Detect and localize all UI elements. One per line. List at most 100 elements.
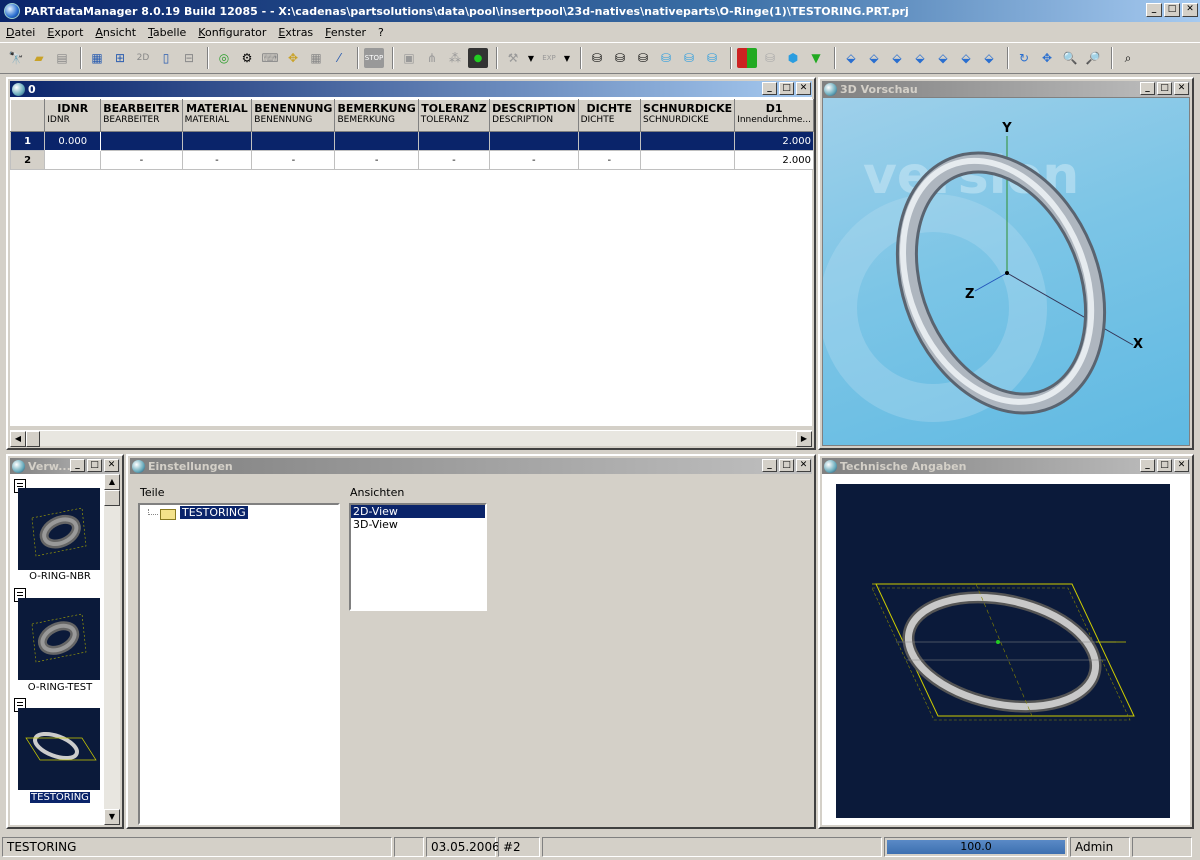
row-number[interactable]: 1 bbox=[9, 131, 46, 151]
table-cell[interactable]: - bbox=[334, 150, 419, 170]
table-layout-icon[interactable]: ▦ bbox=[87, 48, 107, 68]
table-cell[interactable] bbox=[640, 131, 736, 151]
view-right-icon[interactable]: ⬙ bbox=[910, 48, 930, 68]
scroll-left-button[interactable]: ◀ bbox=[10, 431, 26, 447]
column-header-description[interactable]: DESCRIPTION DESCRIPTION bbox=[489, 99, 579, 132]
cylinder-blue-icon[interactable]: ⛁ bbox=[702, 48, 722, 68]
panel-close-button[interactable]: ✕ bbox=[1174, 459, 1189, 472]
table-cell[interactable]: - bbox=[489, 150, 579, 170]
panel-maximize-button[interactable]: □ bbox=[779, 459, 794, 472]
panel-maximize-button[interactable]: □ bbox=[87, 459, 102, 472]
zoom-icon[interactable]: 🔍 bbox=[1060, 48, 1080, 68]
panel-minimize-button[interactable]: _ bbox=[1140, 82, 1155, 95]
menu-datei[interactable]: Datei bbox=[6, 26, 35, 39]
doc-icon[interactable]: ▯ bbox=[156, 48, 176, 68]
list-item-label[interactable]: O-RING-TEST bbox=[12, 682, 108, 693]
cylinder-grey-icon[interactable]: ⛁ bbox=[760, 48, 780, 68]
panel-close-button[interactable]: ✕ bbox=[1174, 82, 1189, 95]
cylinder-icon[interactable]: ⛁ bbox=[633, 48, 653, 68]
column-header-idnr[interactable]: IDNR IDNR bbox=[44, 99, 102, 132]
stop-icon[interactable]: STOP bbox=[364, 48, 384, 68]
table-cell[interactable]: 0.000 bbox=[44, 131, 102, 151]
scroll-thumb[interactable] bbox=[26, 431, 40, 447]
close-button[interactable]: ✕ bbox=[1182, 3, 1198, 17]
table-cell[interactable]: 2.000 bbox=[734, 131, 814, 151]
thumbnail-o-ring-nbr[interactable] bbox=[18, 488, 100, 570]
table-cell[interactable] bbox=[640, 150, 736, 170]
list-item-selected[interactable]: 2D-View bbox=[351, 505, 485, 518]
cylinder-blue-icon[interactable]: ⛁ bbox=[679, 48, 699, 68]
move-icon[interactable]: ✥ bbox=[283, 48, 303, 68]
table-cell[interactable]: - bbox=[181, 150, 253, 170]
table-cell[interactable] bbox=[334, 131, 419, 151]
scroll-right-button[interactable]: ▶ bbox=[796, 431, 812, 447]
2d-icon[interactable]: 2D bbox=[133, 48, 153, 68]
table-cell[interactable] bbox=[489, 131, 579, 151]
menu-konfigurator[interactable]: Konfigurator bbox=[198, 26, 266, 39]
panel-close-button[interactable]: ✕ bbox=[796, 82, 811, 95]
column-header-dichte[interactable]: DICHTE DICHTE bbox=[577, 99, 642, 132]
globe-icon[interactable]: ◎ bbox=[214, 48, 234, 68]
tools-icon[interactable]: ⚒ bbox=[503, 48, 523, 68]
table-cell[interactable]: - bbox=[417, 150, 491, 170]
grid-icon[interactable]: ⊞ bbox=[110, 48, 130, 68]
panel-minimize-button[interactable]: _ bbox=[70, 459, 85, 472]
scroll-up-button[interactable]: ▲ bbox=[104, 474, 120, 490]
view-front-icon[interactable]: ⬙ bbox=[864, 48, 884, 68]
wand-icon[interactable]: ⁄ bbox=[329, 48, 349, 68]
tree-item[interactable]: TESTORING bbox=[180, 506, 248, 519]
chevron-down-icon[interactable]: ▼ bbox=[562, 48, 572, 68]
rotate-icon[interactable]: ↻ bbox=[1014, 48, 1034, 68]
column-header-toleranz[interactable]: TOLERANZ TOLERANZ bbox=[417, 99, 491, 132]
scroll-thumb[interactable] bbox=[104, 490, 120, 506]
cylinder-icon[interactable]: ⛁ bbox=[610, 48, 630, 68]
table-cell[interactable] bbox=[417, 131, 491, 151]
print-icon[interactable]: ▤ bbox=[52, 48, 72, 68]
measure-icon[interactable]: ⌕ bbox=[1118, 48, 1138, 68]
table-row[interactable]: 2 - - - - - - - 2.000 bbox=[9, 150, 814, 170]
column-header-benennung[interactable]: BENENNUNG BENENNUNG bbox=[251, 99, 336, 132]
menu-extras[interactable]: Extras bbox=[278, 26, 313, 39]
menu-ansicht[interactable]: Ansicht bbox=[95, 26, 136, 39]
table-cell[interactable] bbox=[44, 150, 102, 170]
panel-minimize-button[interactable]: _ bbox=[762, 82, 777, 95]
table-cell[interactable]: - bbox=[100, 150, 183, 170]
column-header-bemerkung[interactable]: BEMERKUNG BEMERKUNG bbox=[334, 99, 419, 132]
column-header-schnurdicke[interactable]: SCHNURDICKE SCHNURDICKE bbox=[640, 99, 736, 132]
arrow-down-icon[interactable]: ▼ bbox=[806, 48, 826, 68]
views-list[interactable]: 2D-View 3D-View bbox=[349, 503, 487, 611]
table-cell[interactable] bbox=[251, 131, 336, 151]
view-left-icon[interactable]: ⬙ bbox=[933, 48, 953, 68]
list-item-label[interactable]: O-RING-NBR bbox=[12, 571, 108, 582]
list-item-label-selected[interactable]: TESTORING bbox=[12, 791, 108, 804]
keyboard-icon[interactable]: ⌨ bbox=[260, 48, 280, 68]
menu-tabelle[interactable]: Tabelle bbox=[148, 26, 186, 39]
column-header-d1[interactable]: D1 Innendurchme... bbox=[734, 99, 814, 132]
table-cell[interactable]: - bbox=[577, 150, 642, 170]
thumbnail-o-ring-test[interactable] bbox=[18, 598, 100, 680]
binoculars-icon[interactable]: 🔭 bbox=[6, 48, 26, 68]
table-icon[interactable]: ▦ bbox=[306, 48, 326, 68]
panel-close-button[interactable]: ✕ bbox=[104, 459, 119, 472]
scroll-down-button[interactable]: ▼ bbox=[104, 809, 120, 825]
open-folder-icon[interactable]: ▰ bbox=[29, 48, 49, 68]
view-back-icon[interactable]: ⬙ bbox=[956, 48, 976, 68]
panel-maximize-button[interactable]: □ bbox=[1157, 82, 1172, 95]
cylinder-icon[interactable]: ⛁ bbox=[587, 48, 607, 68]
table-horizontal-scrollbar[interactable]: ◀ ▶ bbox=[10, 430, 812, 447]
panel-close-button[interactable]: ✕ bbox=[796, 459, 811, 472]
traffic-light-icon[interactable]: ● bbox=[468, 48, 488, 68]
row-number[interactable]: 2 bbox=[9, 150, 46, 170]
panel-maximize-button[interactable]: □ bbox=[1157, 459, 1172, 472]
table-cell[interactable]: - bbox=[251, 150, 336, 170]
tech-drawing-viewport[interactable] bbox=[836, 484, 1170, 818]
table-row[interactable]: 1 0.000 2.000 bbox=[9, 131, 814, 151]
table-cell[interactable]: 2.000 bbox=[734, 150, 814, 170]
menu-fenster[interactable]: Fenster bbox=[325, 26, 366, 39]
menu-help[interactable]: ? bbox=[378, 26, 384, 39]
table-cell[interactable] bbox=[100, 131, 183, 151]
panel-minimize-button[interactable]: _ bbox=[762, 459, 777, 472]
minimize-button[interactable]: _ bbox=[1146, 3, 1162, 17]
view-iso-icon[interactable]: ⬙ bbox=[841, 48, 861, 68]
tree-icon[interactable]: ⊟ bbox=[179, 48, 199, 68]
